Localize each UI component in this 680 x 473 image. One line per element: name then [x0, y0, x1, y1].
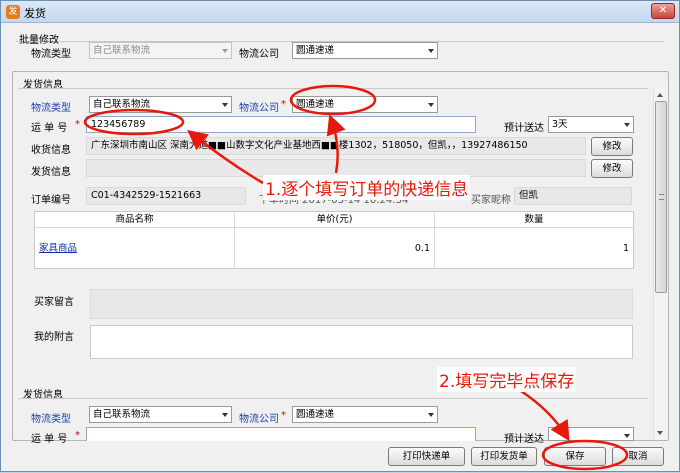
product-table: 商品名称 单价(元) 数量 家具商品 0.1 1	[34, 211, 634, 269]
required-mark: *	[281, 99, 286, 110]
shipment1-company-label: 物流公司	[239, 103, 279, 114]
shipment2-eta-label: 预计送达	[504, 434, 544, 445]
buyer-message-box	[90, 289, 633, 319]
shipment2-company-value: 圆通速递	[296, 409, 335, 420]
shipment1-tracking-input[interactable]: 123456789	[86, 116, 476, 133]
batch-company-value: 圆通速递	[296, 45, 335, 56]
chevron-down-icon	[222, 413, 228, 417]
shipment1-company-value: 圆通速递	[296, 99, 335, 110]
shipment2-logistics-type-label: 物流类型	[31, 414, 71, 425]
cancel-button[interactable]: 取消	[612, 447, 664, 466]
shipment2-logistics-type-select[interactable]: 自己联系物流	[89, 406, 232, 423]
shipment1-buyer-value: 但凯	[514, 187, 632, 205]
shipment2-company-select[interactable]: 圆通速递	[292, 406, 438, 423]
chevron-down-icon	[428, 49, 434, 53]
title-bar: 发 发货 ✕	[1, 1, 679, 23]
batch-company-label: 物流公司	[239, 49, 279, 60]
table-row: 家具商品	[35, 228, 235, 269]
annotation-step1: 1.逐个填写订单的快递信息	[263, 175, 471, 200]
required-mark: *	[75, 430, 80, 441]
shipment1-logistics-type-label: 物流类型	[31, 103, 71, 114]
grip-icon	[659, 194, 664, 200]
batch-company-select[interactable]: 圆通速递	[292, 42, 438, 59]
shipment1-company-select[interactable]: 圆通速递	[292, 96, 438, 113]
app-icon: 发	[6, 5, 20, 19]
batch-logistics-type-label: 物流类型	[31, 49, 71, 60]
receive-edit-button[interactable]: 修改	[591, 137, 633, 156]
shipment2-company-label: 物流公司	[239, 414, 279, 425]
shipment2-tracking-input[interactable]	[86, 427, 476, 441]
chevron-down-icon	[624, 434, 630, 438]
annotation-step2: 2.填写完毕点保存	[437, 367, 577, 392]
shipment1-eta-label: 预计送达	[504, 123, 544, 134]
chevron-down-icon	[624, 123, 630, 127]
batch-logistics-type-select: 自己联系物流	[89, 42, 232, 59]
chevron-down-icon	[428, 413, 434, 417]
vertical-scrollbar[interactable]	[653, 89, 667, 439]
table-header: 数量	[435, 212, 633, 228]
shipment1-tracking-label: 运 单 号	[31, 123, 68, 134]
chevron-down-icon	[428, 103, 434, 107]
required-mark: *	[75, 119, 80, 130]
scrollbar-thumb[interactable]	[655, 101, 667, 293]
shipment2-eta-select[interactable]	[548, 427, 634, 441]
chevron-down-icon	[222, 49, 228, 53]
buyer-message-label: 买家留言	[34, 297, 74, 308]
table-cell-price: 0.1	[235, 228, 435, 269]
shipment1-order-label: 订单编号	[31, 195, 71, 206]
shipment2-logistics-type-value: 自己联系物流	[93, 409, 151, 420]
scroll-down-icon[interactable]	[657, 431, 663, 435]
table-header: 商品名称	[35, 212, 235, 228]
batch-modify-title: 批量修改	[19, 35, 59, 46]
shipment1-order-value: C01-4342529-1521663	[86, 187, 246, 205]
shipment1-eta-select[interactable]: 3天	[548, 116, 634, 133]
my-note-textarea[interactable]	[90, 325, 633, 359]
shipment1-receive-label: 收货信息	[31, 145, 71, 156]
print-delivery-button[interactable]: 打印发货单	[471, 447, 537, 466]
shipment1-logistics-type-value: 自己联系物流	[93, 99, 151, 110]
shipment2-tracking-label: 运 单 号	[31, 434, 68, 445]
close-button[interactable]: ✕	[651, 3, 675, 19]
send-edit-button[interactable]: 修改	[591, 159, 633, 178]
table-cell-qty: 1	[622, 243, 629, 254]
save-button[interactable]: 保存	[544, 447, 606, 466]
table-header: 单价(元)	[235, 212, 435, 228]
chevron-down-icon	[222, 103, 228, 107]
ship-dialog: 发 发货 ✕ 批量修改 物流类型 自己联系物流 物流公司 圆通速递 发货信息 物…	[0, 0, 680, 472]
product-name-link[interactable]: 家具商品	[39, 243, 77, 254]
shipment1-send-label: 发货信息	[31, 167, 71, 178]
shipment1-buyer-label: 买家昵称	[471, 195, 511, 206]
shipment1-receive-value: 广东深圳市南山区 深南大道■■山数字文化产业基地西■■楼1302，518050，…	[86, 137, 586, 155]
shipment1-eta-value: 3天	[552, 119, 568, 130]
batch-logistics-type-value: 自己联系物流	[93, 45, 151, 56]
my-note-label: 我的附言	[34, 332, 74, 343]
required-mark: *	[281, 410, 286, 421]
print-express-button[interactable]: 打印快递单	[388, 447, 465, 466]
shipment1-logistics-type-select[interactable]: 自己联系物流	[89, 96, 232, 113]
window-title: 发货	[24, 7, 46, 20]
scroll-up-icon[interactable]	[657, 93, 663, 97]
